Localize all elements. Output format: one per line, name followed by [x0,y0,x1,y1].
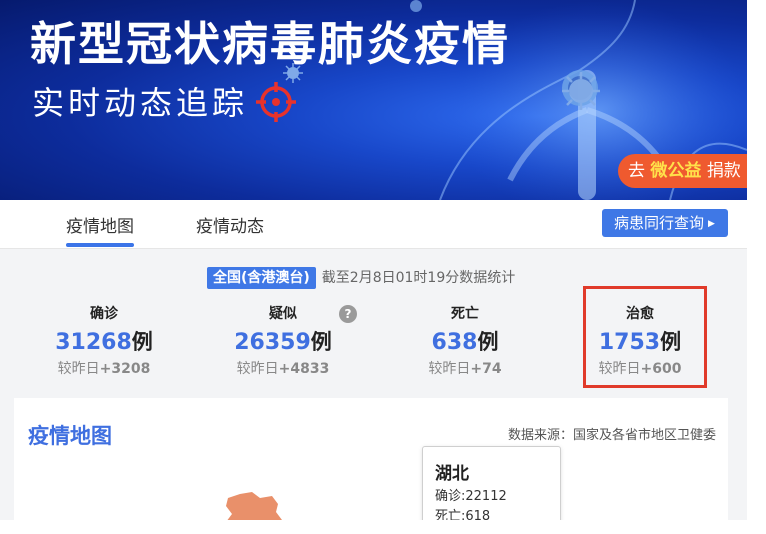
weigongyi-logo: 微公益 [650,161,702,181]
delta-label: 较昨日 [236,361,279,377]
banner-title: 新型冠状病毒肺炎疫情 [30,17,510,71]
tab-bar: 疫情地图 疫情动态 病患同行查询 ▶ [0,200,747,249]
stat-deaths: 死亡 638例 较昨日+74 [395,304,535,378]
tab-epidemic-map[interactable]: 疫情地图 [66,212,134,237]
update-time: 截至2月8日01时19分数据统计 [321,270,516,286]
query-button-label: 病患同行查询 [614,214,705,232]
donate-suffix: 捐款 [706,161,741,181]
banner-subtitle: 实时动态追踪 [32,84,249,122]
scope-line: 全国(含港澳台) 截至2月8日01时19分数据统计 [207,267,515,289]
stat-unit: 例 [310,330,332,354]
stat-number: 26359例 [213,328,353,356]
stat-number: 638例 [395,328,535,356]
bottom-edge [0,520,747,534]
stat-value: 26359 [234,330,311,355]
stat-unit: 例 [131,330,153,354]
stat-delta: 较昨日+3208 [34,358,174,378]
help-icon[interactable]: ? [339,305,357,323]
tooltip-confirmed: 确诊:22112 [435,489,507,504]
delta-value: +3208 [99,361,151,377]
stat-suspected: 疑似 26359例 较昨日+4833 [213,304,353,378]
caret-right-icon: ▶ [708,219,715,229]
tab-epidemic-news[interactable]: 疫情动态 [196,212,264,237]
delta-label: 较昨日 [57,361,100,377]
stat-value: 638 [431,330,478,355]
delta-label: 较昨日 [428,361,471,377]
scope-badge[interactable]: 全国(含港澳台) [207,267,316,289]
delta-value: +4833 [278,361,330,377]
stat-value: 31268 [55,330,132,355]
stat-label: 死亡 [451,306,479,322]
patient-trip-query-button[interactable]: 病患同行查询 ▶ [602,209,728,237]
stat-label: 确诊 [90,306,118,322]
donate-prefix: 去 [628,161,645,181]
stat-delta: 较昨日+4833 [213,358,353,378]
data-source: 数据来源：国家及各省市地区卫健委 [507,428,716,443]
stat-confirmed: 确诊 31268例 较昨日+3208 [34,304,174,378]
stat-label: 疑似 [269,306,297,322]
page-right-margin [747,0,766,534]
active-tab-indicator [66,243,134,247]
highlight-annotation-box [583,286,707,388]
map-title: 疫情地图 [28,424,112,448]
virus-icon [562,72,600,110]
stat-unit: 例 [477,330,499,354]
page: 新型冠状病毒肺炎疫情 实时动态追踪 去 微公益 捐款 疫情地图 疫情动态 病患同… [0,0,747,534]
map-panel: 疫情地图 数据来源：国家及各省市地区卫健委 湖北 确诊:22112 死亡:618 [14,398,728,534]
china-map[interactable] [14,398,728,534]
stat-delta: 较昨日+74 [395,358,535,378]
donate-button[interactable]: 去 微公益 捐款 [618,154,747,188]
banner: 新型冠状病毒肺炎疫情 实时动态追踪 去 微公益 捐款 [0,0,747,200]
delta-value: +74 [470,361,502,377]
stat-number: 31268例 [34,328,174,356]
tooltip-region: 湖北 [435,464,469,484]
crosshair-icon [256,82,296,122]
